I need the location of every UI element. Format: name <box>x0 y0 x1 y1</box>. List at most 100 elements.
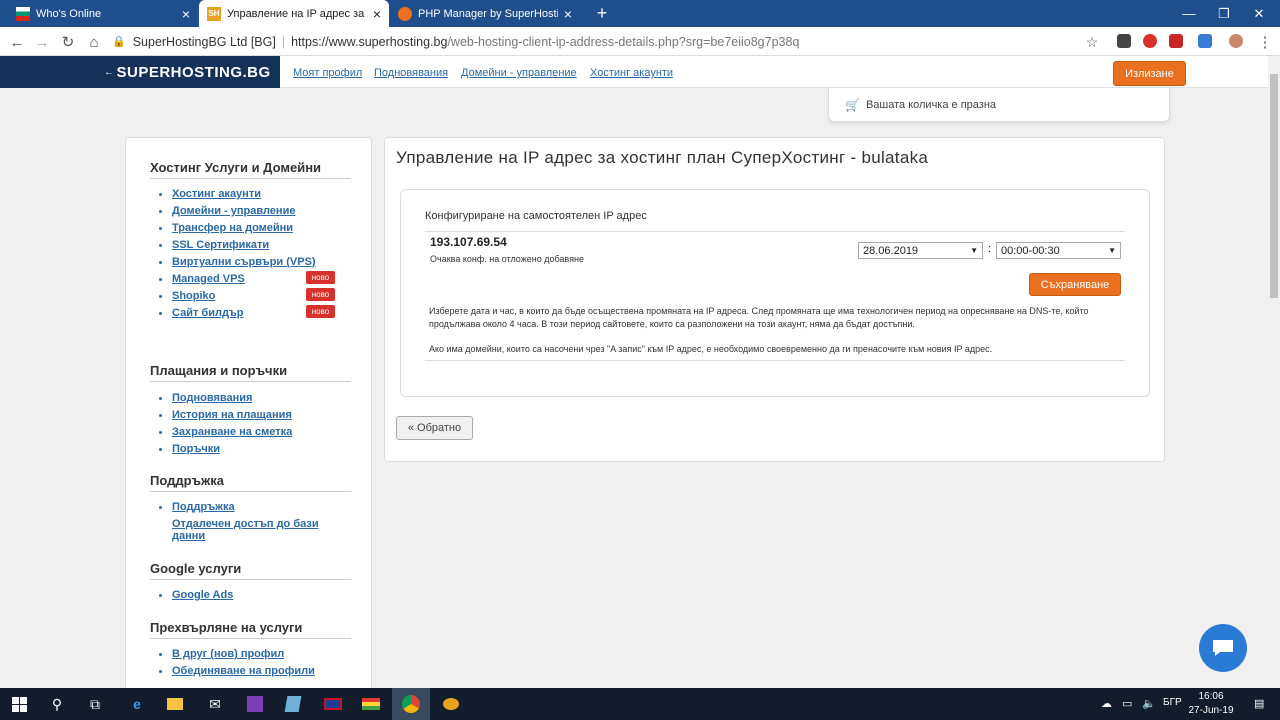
info-text: Ако има домейни, които са насочени чрез … <box>429 344 993 354</box>
sidebar-item-managed-vps[interactable]: Managed VPS <box>172 273 245 285</box>
bullet <box>159 506 162 509</box>
close-tab-icon[interactable]: × <box>373 6 381 22</box>
tortoise-app-icon[interactable] <box>432 688 470 720</box>
sidebar-item-support[interactable]: Поддръжка <box>172 501 235 513</box>
sidebar-item-ssl[interactable]: SSL Сертификати <box>172 239 269 251</box>
site-logo[interactable]: ← SUPERHOSTING.BG <box>0 56 280 88</box>
folder-shape <box>167 698 183 710</box>
notes-app-icon[interactable] <box>274 688 312 720</box>
nav-hosting-accounts[interactable]: Хостинг акаунти <box>590 67 673 79</box>
sidebar-section-title: Хостинг Услуги и Домейни <box>150 160 351 179</box>
profile-avatar[interactable] <box>1229 34 1243 48</box>
stack-app-icon[interactable] <box>352 688 390 720</box>
bookmark-star-icon[interactable]: ☆ <box>1082 32 1102 52</box>
reload-icon[interactable]: ↻ <box>58 32 78 52</box>
page-title: Управление на IP адрес за хостинг план С… <box>396 148 929 167</box>
close-window-icon[interactable]: ✕ <box>1242 0 1276 27</box>
tab-ip-address[interactable]: SH Управление на IP адрес за хост × <box>199 0 389 27</box>
language-indicator[interactable]: БГР <box>1163 697 1182 708</box>
sidebar-item-vps[interactable]: Виртуални сървъри (VPS) <box>172 256 316 268</box>
sidebar-item-orders[interactable]: Поръчки <box>172 443 220 455</box>
sidebar-item-merge-profiles[interactable]: Обединяване на профили <box>172 665 315 677</box>
menu-kebab-icon[interactable]: ⋮ <box>1255 32 1275 52</box>
chat-button[interactable] <box>1199 624 1247 672</box>
back-button[interactable]: « Обратно <box>396 416 473 440</box>
sidebar-item-transfer-to-profile[interactable]: В друг (нов) профил <box>172 648 284 660</box>
sidebar-item-domain-transfer[interactable]: Трансфер на домейни <box>172 222 293 234</box>
tab-whos-online[interactable]: Who's Online × <box>8 0 198 27</box>
flag-shape <box>324 698 342 710</box>
url-separator: | <box>281 34 286 49</box>
onenote-icon[interactable] <box>236 688 274 720</box>
page-scrollbar[interactable] <box>1268 56 1280 688</box>
bullet <box>159 278 162 281</box>
back-arrow-icon[interactable]: ← <box>7 32 27 52</box>
edge-icon[interactable]: e <box>118 688 156 720</box>
extension-icon[interactable] <box>1169 34 1183 48</box>
file-explorer-icon[interactable] <box>156 688 194 720</box>
nav-my-profile[interactable]: Моят профил <box>293 67 362 79</box>
sidebar-item-domains[interactable]: Домейни - управление <box>172 205 295 217</box>
tab-php-manager[interactable]: PHP Manager by SuperHosting × <box>390 0 580 27</box>
divider <box>425 231 1125 232</box>
sidebar-item-hosting-accounts[interactable]: Хостинг акаунти <box>172 188 261 200</box>
bullet <box>159 227 162 230</box>
clock[interactable]: 16:06 27-Jun-19 <box>1180 690 1242 718</box>
date-select[interactable]: 28.06.2019 ▼ <box>858 242 983 259</box>
uk-flag-icon[interactable] <box>314 688 352 720</box>
sidebar-item-payment-history[interactable]: История на плащания <box>172 409 292 421</box>
chrome-icon[interactable] <box>392 688 430 720</box>
bullet <box>159 594 162 597</box>
forward-arrow-icon[interactable]: → <box>32 32 52 52</box>
search-icon[interactable]: ⚲ <box>38 688 76 720</box>
cloud-icon[interactable]: ☁ <box>1101 697 1112 710</box>
ip-address: 193.107.69.54 <box>430 235 507 249</box>
extension-icon[interactable] <box>1143 34 1157 48</box>
sidebar-item-shopiko[interactable]: Shopiko <box>172 290 215 302</box>
extension-icon[interactable] <box>1198 34 1212 48</box>
sidebar-section-title: Google услуги <box>150 561 351 580</box>
nav-domains[interactable]: Домейни - управление <box>461 67 577 79</box>
tab-title: Who's Online <box>36 7 102 20</box>
sidebar-item-renewals[interactable]: Подновявания <box>172 392 252 404</box>
sidebar-item-top-up[interactable]: Захранване на сметка <box>172 426 292 438</box>
sidebar-item-site-builder[interactable]: Сайт билдър <box>172 307 244 319</box>
cart-box[interactable]: 🛒 Вашата количка е празна <box>828 88 1170 122</box>
minimize-icon[interactable]: — <box>1172 0 1206 27</box>
save-button[interactable]: Съхраняване <box>1029 273 1121 296</box>
divider <box>425 360 1125 361</box>
new-tab-icon[interactable]: + <box>585 0 619 27</box>
windows-start-icon[interactable] <box>0 688 38 720</box>
bullet <box>159 414 162 417</box>
tab-title: PHP Manager by SuperHosting <box>418 7 558 20</box>
sidebar-item-google-ads[interactable]: Google Ads <box>172 589 233 601</box>
task-view-icon[interactable]: ⧉ <box>76 688 114 720</box>
mail-icon[interactable]: ✉ <box>196 688 234 720</box>
nav-renewals[interactable]: Подновявания <box>374 67 448 79</box>
logout-button[interactable]: Излизане <box>1113 61 1186 86</box>
home-icon[interactable]: ⌂ <box>84 32 104 52</box>
site-identity: SuperHostingBG Ltd [BG] <box>132 34 276 49</box>
bullet <box>159 670 162 673</box>
ip-config-card: Конфигуриране на самостоятелен IP адрес … <box>400 189 1150 397</box>
close-tab-icon[interactable]: × <box>182 6 190 22</box>
tab-title: Управление на IP адрес за хост <box>227 7 367 20</box>
scrollbar-thumb[interactable] <box>1270 74 1278 298</box>
config-label: Конфигуриране на самостоятелен IP адрес <box>425 210 647 222</box>
volume-icon[interactable]: 🔈 <box>1142 697 1156 710</box>
close-tab-icon[interactable]: × <box>564 6 572 22</box>
url-field[interactable]: 🔒 SuperHostingBG Ltd [BG] | https://www.… <box>112 30 1110 53</box>
sidebar-section-title: Поддръжка <box>150 473 351 492</box>
time-separator: : <box>988 243 992 255</box>
network-icon[interactable]: ▭ <box>1122 697 1132 710</box>
sidebar-item-remote-db-access[interactable]: Отдалечен достъп до бази данни <box>172 518 342 542</box>
tortoise-shape <box>443 698 459 710</box>
maximize-icon[interactable]: ❐ <box>1207 0 1241 27</box>
extension-icon[interactable] <box>1117 34 1131 48</box>
superhosting-logo-icon <box>398 6 412 21</box>
stack-shape <box>362 698 380 710</box>
time-select[interactable]: 00:00-00:30 ▼ <box>996 242 1121 259</box>
cart-icon: 🛒 <box>845 97 860 112</box>
notifications-icon[interactable]: ▤ <box>1254 697 1264 710</box>
info-text: Изберете дата и час, в които да бъде осъ… <box>429 306 1089 329</box>
